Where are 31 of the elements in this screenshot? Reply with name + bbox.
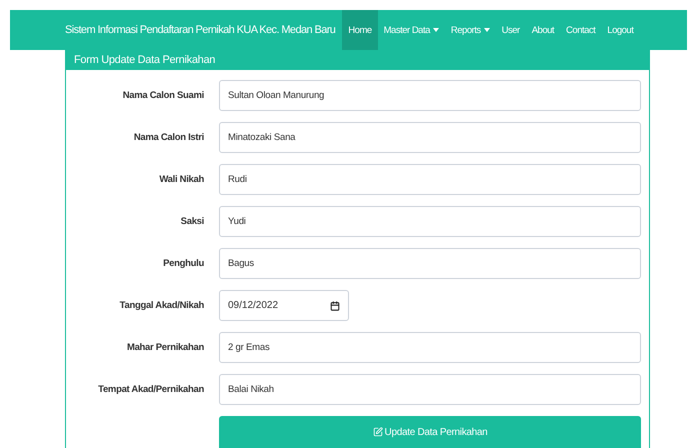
date-value: 09/12/2022 (228, 300, 280, 311)
date-field[interactable]: 09/12/2022 (219, 290, 349, 321)
input-field[interactable]: Yudi (219, 206, 641, 237)
input-field[interactable]: Sultan Oloan Manurung (219, 80, 641, 111)
nav-link[interactable]: User (496, 10, 526, 50)
input-field[interactable]: Minatozaki Sana (219, 122, 641, 153)
nav-link[interactable]: Contact (560, 10, 602, 50)
input-field[interactable]: Bagus (219, 248, 641, 279)
field-label: Tanggal Akad/Nikah (118, 300, 204, 311)
nav-link[interactable]: Home (342, 10, 378, 50)
field-label: Mahar Pernikahan (126, 342, 204, 353)
caret-icon (432, 28, 439, 32)
field-label: Tempat Akad/Pernikahan (97, 384, 204, 395)
input-field[interactable]: 2 gr Emas (219, 332, 641, 363)
panel-title: Form Update Data Pernikahan (74, 54, 216, 66)
nav-link[interactable]: Reports (444, 10, 496, 50)
update-button[interactable]: Update Data Pernikahan (219, 416, 641, 448)
caret-icon (484, 28, 490, 32)
nav-link[interactable]: Logout (601, 10, 640, 50)
input-field[interactable]: Rudi (219, 164, 641, 195)
field-label: Saksi (180, 216, 204, 227)
nav-link[interactable]: Master Data (378, 10, 445, 50)
nav-link[interactable]: About (526, 10, 560, 50)
calendar-icon (330, 300, 340, 310)
brand-title[interactable]: Sistem Informasi Pendaftaran Pernikah KUA Kec. Medan Baru (65, 10, 336, 50)
field-label: Penghulu (162, 258, 204, 269)
input-field[interactable]: Balai Nikah (219, 374, 641, 405)
edit-icon (372, 427, 383, 437)
field-label: Nama Calon Suami (122, 90, 204, 101)
field-label: Wali Nikah (158, 174, 204, 185)
field-label: Nama Calon Istri (132, 132, 204, 143)
